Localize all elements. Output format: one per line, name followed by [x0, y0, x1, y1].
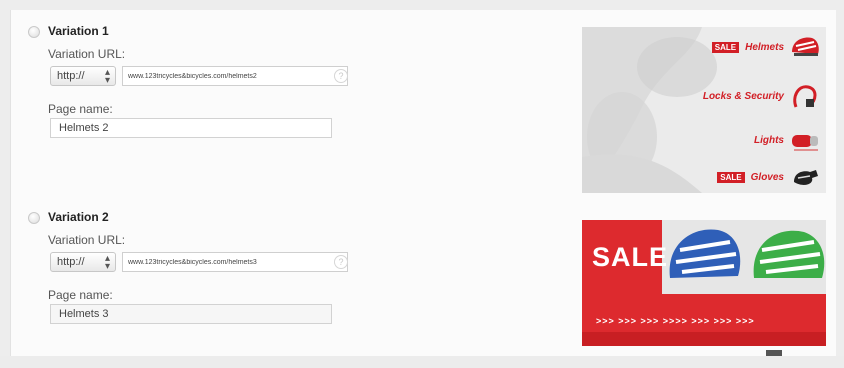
- variation-2-url-input[interactable]: [122, 252, 348, 272]
- bike-lock-icon: [793, 85, 817, 108]
- banner-row-lights: Lights: [754, 127, 820, 153]
- banner-label-helmets: Helmets: [745, 41, 784, 53]
- variation-1-url-row: http:// ▴▾ ?: [50, 66, 354, 86]
- help-icon[interactable]: ?: [334, 69, 348, 83]
- variation-2-page-name-input[interactable]: [50, 304, 332, 324]
- helmet-icon: [792, 37, 819, 56]
- variation-2-radio[interactable]: [28, 212, 40, 224]
- sale-badge: SALE: [711, 41, 740, 53]
- variation-2-banner-preview: SALE >>> >>> >>> >>>> >>> >>> >>>: [582, 220, 826, 346]
- banner-bottom-stripe: [582, 332, 826, 346]
- helmet-photo-area: [662, 220, 826, 294]
- variation-2-url-label: Variation URL:: [48, 233, 126, 247]
- variation-2-page-label: Page name:: [48, 288, 113, 302]
- arrows-strip: >>> >>> >>> >>>> >>> >>> >>>: [596, 316, 755, 326]
- variation-2-protocol-select[interactable]: http:// ▴ ▾: [50, 252, 116, 272]
- banner-row-gloves: SALE Gloves: [717, 164, 820, 190]
- partial-ui-fragment: [766, 350, 782, 356]
- variation-1-radio[interactable]: [28, 26, 40, 38]
- bike-light-icon: [792, 135, 818, 151]
- banner-label-locks: Locks & Security: [702, 90, 784, 102]
- variation-1-url-input[interactable]: [122, 66, 348, 86]
- variation-2-title: Variation 2: [48, 210, 109, 224]
- variation-1-protocol-value: http://: [57, 70, 85, 82]
- banner-label-lights: Lights: [754, 134, 784, 146]
- helmets-image: [662, 220, 826, 294]
- variation-1-banner-preview: SALE Helmets Locks & Security Lights SAL…: [582, 27, 826, 193]
- variation-1-title: Variation 1: [48, 24, 109, 38]
- banner-row-locks: Locks & Security: [703, 83, 820, 109]
- select-arrows-icon: ▴ ▾: [104, 253, 110, 272]
- sale-headline: SALE: [592, 242, 669, 272]
- banner-label-gloves: Gloves: [750, 171, 784, 183]
- banner-row-helmets: SALE Helmets: [711, 34, 820, 60]
- select-arrows-icon: ▴ ▾: [104, 67, 110, 86]
- variation-1-url-label: Variation URL:: [48, 47, 126, 61]
- help-icon[interactable]: ?: [334, 255, 348, 269]
- panel-bottom-edge: [0, 356, 844, 368]
- variation-1-page-name-input[interactable]: [50, 118, 332, 138]
- variation-1-protocol-select[interactable]: http:// ▴ ▾: [50, 66, 116, 86]
- sale-badge: SALE: [717, 171, 745, 183]
- variation-2-protocol-value: http://: [57, 256, 85, 268]
- gloves-icon: [794, 170, 818, 185]
- variation-1-page-label: Page name:: [48, 102, 113, 116]
- variation-2-url-row: http:// ▴▾ ?: [50, 252, 354, 272]
